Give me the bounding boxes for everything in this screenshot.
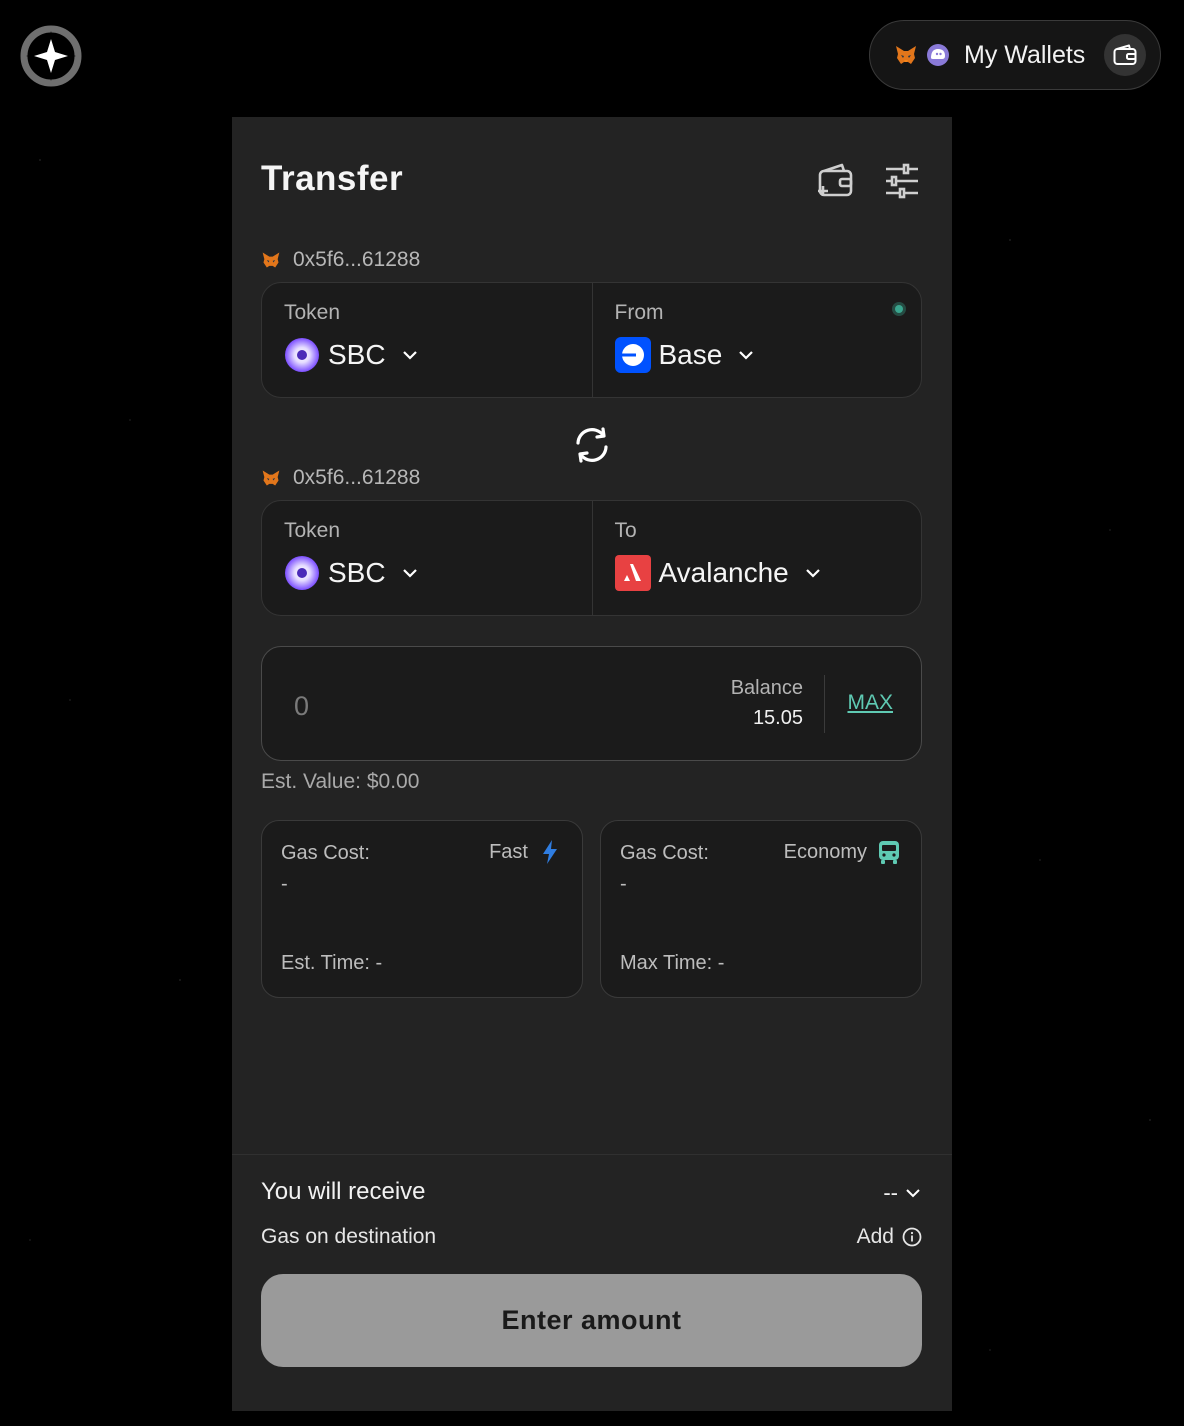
gas-destination-add-button[interactable]: Add	[857, 1225, 922, 1249]
gas-speed-label: Economy	[783, 840, 867, 863]
amount-input[interactable]	[292, 683, 676, 729]
connection-status-dot	[895, 305, 903, 313]
chevron-down-icon	[906, 1189, 920, 1198]
receive-value-toggle[interactable]: --	[883, 1180, 922, 1206]
source-selector: Token SBC From Base	[261, 282, 922, 398]
gas-cost-value: -	[620, 873, 627, 895]
metamask-fox-icon	[262, 252, 280, 268]
add-wallet-icon[interactable]	[816, 161, 856, 201]
source-chain-select[interactable]: From Base	[591, 283, 922, 397]
wallet-icon	[1113, 44, 1137, 65]
source-token-value: SBC	[328, 339, 386, 370]
gas-time: Est. Time: -	[281, 952, 383, 974]
source-wallet-address: 0x5f6...61288	[261, 248, 420, 272]
sbc-token-icon	[285, 338, 319, 372]
source-chain-label: From	[614, 301, 664, 324]
gas-cost-label: Gas Cost:	[620, 842, 709, 864]
balance-value: 15.05	[752, 707, 803, 729]
chevron-down-icon	[805, 569, 820, 578]
gas-cost-value: -	[281, 873, 288, 895]
source-chain-value: Base	[658, 339, 723, 370]
receive-label: You will receive	[261, 1178, 426, 1205]
balance-label: Balance	[730, 677, 803, 699]
destination-wallet-address: 0x5f6...61288	[261, 466, 420, 490]
destination-chain-label: To	[614, 519, 637, 542]
source-token-label: Token	[284, 301, 341, 324]
receive-value: --	[883, 1180, 898, 1205]
gas-cost-label: Gas Cost:	[281, 842, 370, 864]
destination-token-select[interactable]: Token SBC	[262, 501, 592, 615]
destination-address-text: 0x5f6...61288	[293, 466, 421, 489]
swap-direction-icon[interactable]	[570, 423, 614, 467]
wallet-icon-button[interactable]	[1104, 34, 1146, 76]
chevron-down-icon	[739, 351, 754, 360]
chevron-down-icon	[402, 351, 417, 360]
gas-destination-add-label: Add	[856, 1225, 894, 1248]
destination-token-label: Token	[284, 519, 341, 542]
max-button[interactable]: MAX	[847, 691, 893, 715]
gas-speed-label: Fast	[489, 840, 528, 863]
source-address-text: 0x5f6...61288	[293, 248, 421, 271]
balance-divider	[824, 675, 825, 733]
my-wallets-button[interactable]: My Wallets	[869, 20, 1161, 90]
gas-destination-label: Gas on destination	[261, 1225, 437, 1248]
estimated-value: Est. Value: $0.00	[261, 770, 420, 793]
sbc-token-icon	[285, 556, 319, 590]
gas-option-fast[interactable]: Gas Cost: - Fast Est. Time: -	[261, 820, 583, 998]
settings-sliders-icon[interactable]	[882, 161, 922, 201]
avalanche-chain-icon	[614, 555, 651, 591]
lightning-icon	[543, 840, 557, 864]
gas-option-economy[interactable]: Gas Cost: - Economy Max Time: -	[600, 820, 922, 998]
info-icon	[902, 1227, 922, 1247]
amount-box: Balance 15.05 MAX	[261, 646, 922, 761]
gas-time: Max Time: -	[620, 952, 725, 974]
my-wallets-label: My Wallets	[964, 40, 1086, 69]
destination-chain-value: Avalanche	[658, 557, 789, 588]
page-title: Transfer	[261, 159, 404, 198]
metamask-fox-icon	[262, 470, 280, 486]
enter-amount-button[interactable]: Enter amount	[261, 1274, 922, 1367]
destination-selector: Token SBC To Avalanche	[261, 500, 922, 616]
transfer-panel: Transfer 0x5f6...61288 Token SBC From Ba…	[232, 117, 952, 1411]
base-chain-icon	[614, 337, 651, 373]
destination-token-value: SBC	[328, 557, 386, 588]
destination-chain-select[interactable]: To Avalanche	[591, 501, 922, 615]
phantom-ghost-icon	[927, 44, 949, 66]
bus-icon	[879, 841, 899, 864]
star-compass-logo-icon[interactable]	[20, 25, 82, 87]
metamask-fox-icon	[896, 46, 916, 64]
chevron-down-icon	[402, 569, 417, 578]
source-token-select[interactable]: Token SBC	[262, 283, 592, 397]
divider	[232, 1154, 952, 1155]
